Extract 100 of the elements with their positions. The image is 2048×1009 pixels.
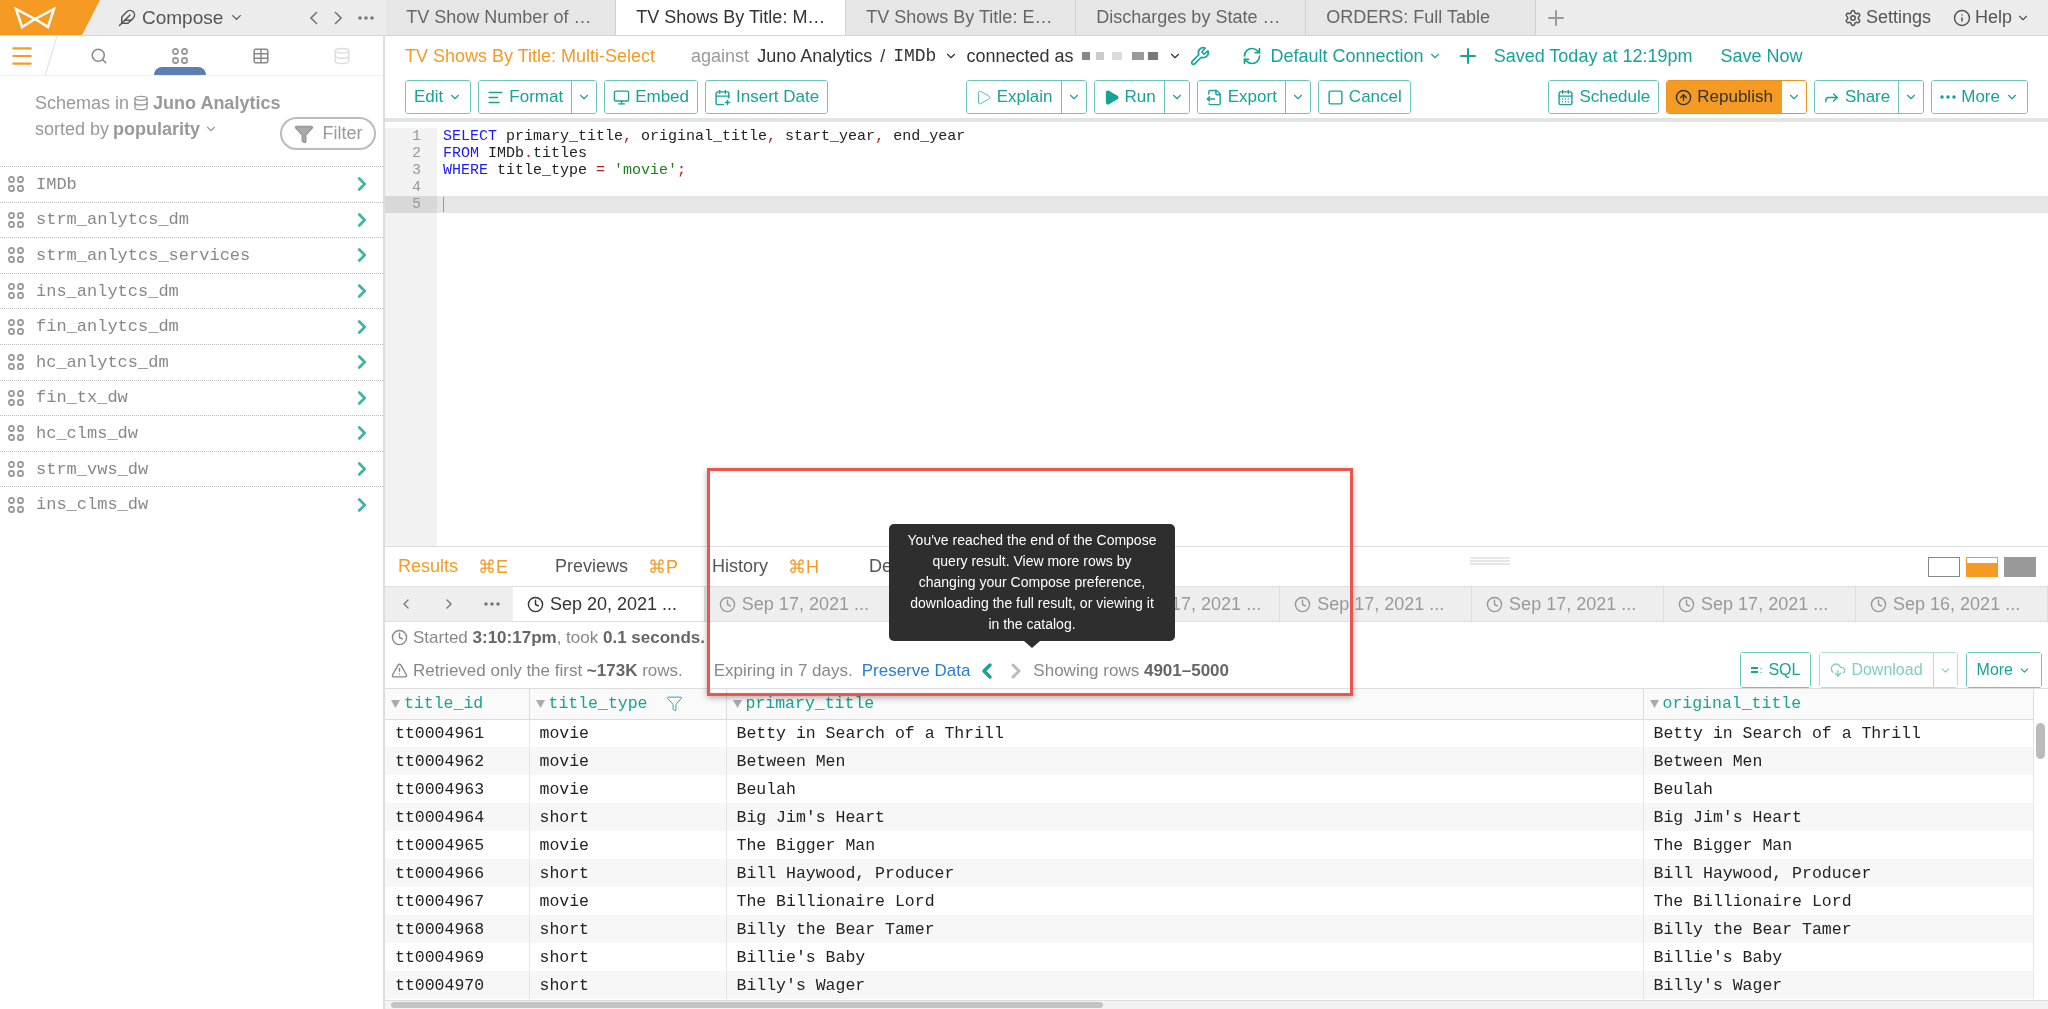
toolbar-button[interactable]: Republish xyxy=(1667,81,1781,113)
query-tab[interactable]: TV Shows By Title: M… xyxy=(616,0,847,35)
equals-icon xyxy=(1751,665,1764,675)
sort-label: sorted by xyxy=(35,118,110,141)
dropdown-button[interactable] xyxy=(1060,81,1086,113)
toolbar-button[interactable]: Cancel xyxy=(1318,81,1410,113)
toolbar-button[interactable]: Schedule xyxy=(1549,81,1659,113)
scrollbar-thumb[interactable] xyxy=(2036,723,2045,759)
grid-icon xyxy=(8,318,24,335)
sort-icon[interactable] xyxy=(732,699,742,708)
schema-row[interactable]: fin_anlytcs_dm xyxy=(0,308,383,344)
toolbar-button[interactable]: Insert Date xyxy=(706,81,828,113)
table-icon xyxy=(252,46,271,65)
query-tab[interactable]: TV Shows By Title: E… xyxy=(846,0,1077,35)
settings-link[interactable]: Settings xyxy=(1837,6,1937,29)
schema-menu[interactable]: IMDb xyxy=(893,46,937,66)
calendar-icon xyxy=(1557,88,1575,106)
grid-icon xyxy=(8,354,24,371)
line-number: 5 xyxy=(385,196,437,213)
embed-icon xyxy=(613,88,631,106)
schema-row[interactable]: IMDb xyxy=(0,166,383,202)
sort-menu[interactable]: popularity xyxy=(113,116,201,142)
layout-toggle[interactable] xyxy=(1966,556,1998,577)
result-action-button[interactable]: More xyxy=(1966,653,2041,687)
line-number: 2 xyxy=(385,145,437,162)
expiry-note: Expiring in 7 days. xyxy=(713,660,853,681)
toolbar-button[interactable]: More xyxy=(1932,81,2027,113)
grid-icon xyxy=(171,47,188,64)
run-tab[interactable]: Sep 17, 2021 ... xyxy=(1472,587,1665,621)
up-arrow-circle-icon xyxy=(1675,88,1693,106)
cloud-download-icon xyxy=(1830,662,1847,678)
layout-toggle[interactable] xyxy=(2004,556,2036,577)
column-header[interactable]: original_title xyxy=(1643,689,2033,719)
path-separator: / xyxy=(880,45,886,67)
clock-icon xyxy=(1294,595,1312,613)
warning-icon xyxy=(391,662,408,679)
filter-button[interactable]: Filter xyxy=(280,117,377,150)
clock-icon xyxy=(718,595,736,613)
app-logo[interactable] xyxy=(0,0,100,35)
wrench-icon[interactable] xyxy=(1189,46,1210,66)
dropdown-button[interactable] xyxy=(1163,81,1189,113)
column-header[interactable]: title_type xyxy=(529,689,726,719)
run-tab[interactable]: Sep 20, 2021 ... xyxy=(512,587,705,621)
query-tab[interactable]: Discharges by State … xyxy=(1076,0,1307,35)
results-tab[interactable]: History ⌘H xyxy=(712,555,819,578)
help-menu[interactable]: Help xyxy=(1946,6,2036,29)
code-line: WHERE title_type = 'movie'; xyxy=(442,162,687,179)
save-now-link[interactable]: Save Now xyxy=(1714,45,1809,67)
against-label: against xyxy=(691,45,750,67)
database-icon xyxy=(133,95,150,111)
run-tab[interactable]: Sep 17, 2021 ... xyxy=(1280,587,1473,621)
retrieval-note: Retrieved only the first ~173K rows. xyxy=(413,660,683,681)
run-tab[interactable]: Sep 17, 2021 ... xyxy=(1664,587,1857,621)
schema-row[interactable]: strm_vws_dw xyxy=(0,450,383,487)
dots-icon xyxy=(358,15,375,20)
toolbar-button[interactable]: Edit xyxy=(406,81,471,113)
results-tab[interactable]: Results ⌘E xyxy=(398,555,509,578)
clock-icon xyxy=(526,595,544,613)
refresh-icon xyxy=(1241,46,1262,66)
preserve-data-link[interactable]: Preserve Data xyxy=(861,660,971,681)
resize-handle[interactable] xyxy=(1470,557,1510,565)
schema-row[interactable]: ins_anlytcs_dm xyxy=(0,272,383,309)
scrollbar-thumb[interactable] xyxy=(391,1002,1103,1008)
chevron-left-icon xyxy=(310,10,319,25)
schema-row[interactable]: strm_anlytcs_services xyxy=(0,237,383,273)
feather-icon xyxy=(118,8,136,27)
sort-icon[interactable] xyxy=(391,699,400,708)
sort-icon[interactable] xyxy=(1649,699,1659,708)
dropdown-button[interactable] xyxy=(1284,81,1310,113)
layout-toggle[interactable] xyxy=(1928,556,1960,577)
grid-icon xyxy=(8,247,24,264)
schema-row[interactable]: fin_tx_dw xyxy=(0,379,383,416)
run-info: Started 3:10:17pm, took 0.1 seconds. xyxy=(413,627,706,648)
sort-icon[interactable] xyxy=(535,699,545,708)
schema-row[interactable]: hc_clms_dw xyxy=(0,415,383,451)
dropdown-button[interactable] xyxy=(1898,81,1924,113)
compose-menu[interactable]: Compose xyxy=(110,0,253,35)
dropdown-button[interactable] xyxy=(1780,81,1806,113)
results-tab[interactable]: Previews ⌘P xyxy=(555,555,679,578)
column-header[interactable]: title_id xyxy=(385,689,529,719)
line-number: 4 xyxy=(385,179,437,196)
code-line: SELECT primary_title, original_title, start_year, end_year xyxy=(442,128,966,145)
source-name: Juno Analytics xyxy=(757,45,873,67)
result-action-button[interactable]: SQL xyxy=(1741,653,1811,687)
schema-row[interactable]: ins_clms_dw xyxy=(0,486,383,522)
toolbar-button[interactable]: Embed xyxy=(605,81,697,113)
connection-menu[interactable]: Default Connection xyxy=(1235,45,1448,67)
schema-row[interactable]: hc_anlytcs_dm xyxy=(0,343,383,380)
filter-icon[interactable] xyxy=(665,695,683,713)
grid-icon xyxy=(8,389,24,406)
schema-row[interactable]: strm_anlytcs_dm xyxy=(0,201,383,238)
table-cell: Billy's Wager xyxy=(1643,971,2033,999)
column-header[interactable]: primary_title xyxy=(726,689,1643,719)
query-tab[interactable]: TV Show Number of … xyxy=(386,0,617,35)
search-icon xyxy=(89,46,108,65)
query-tab[interactable]: ORDERS: Full Table xyxy=(1306,0,1537,35)
line-number: 3 xyxy=(385,162,437,179)
chevron-right-icon xyxy=(334,10,343,25)
run-tab[interactable]: Sep 16, 2021 ... xyxy=(1856,587,2048,621)
dropdown-button[interactable] xyxy=(571,81,597,113)
